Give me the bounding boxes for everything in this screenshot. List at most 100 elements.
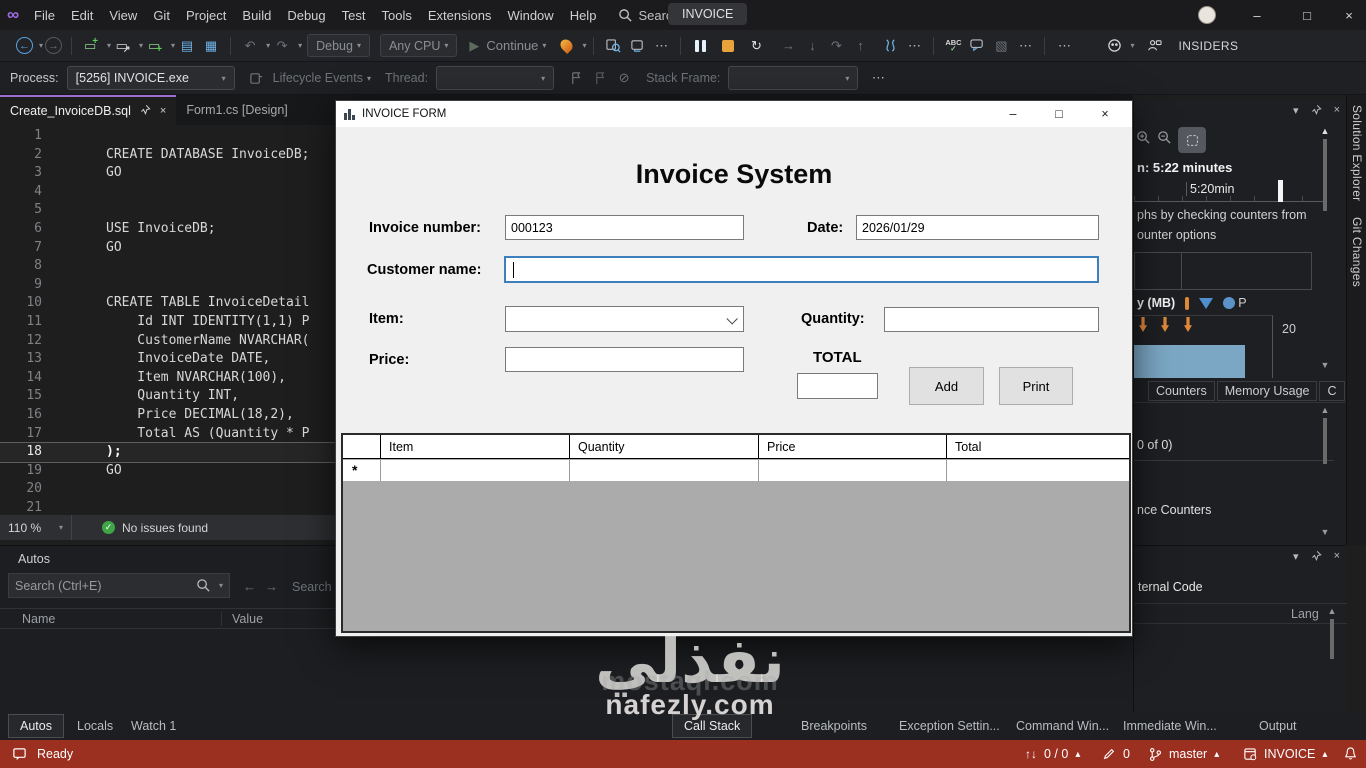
memory-usage-chart[interactable]: [1134, 315, 1273, 378]
debug-overflow-icon[interactable]: ⋯: [904, 35, 924, 57]
chevron-down-icon[interactable]: ▾: [139, 41, 143, 50]
search-input[interactable]: [9, 578, 196, 593]
form-title-bar[interactable]: INVOICE FORM – □ ×: [336, 101, 1132, 127]
show-next-statement-icon[interactable]: →: [778, 35, 798, 57]
restart-debug-icon[interactable]: ↻: [746, 35, 766, 57]
tab-locals[interactable]: Locals: [66, 714, 124, 738]
tab-memory-usage[interactable]: Memory Usage: [1216, 381, 1318, 401]
events-scrollbar[interactable]: ▲ ▼: [1320, 405, 1330, 541]
chevron-down-icon[interactable]: ▾: [542, 41, 546, 50]
tab-cpu[interactable]: C: [1319, 381, 1345, 401]
platform-dropdown[interactable]: Any CPU ▾: [379, 34, 458, 57]
close-button[interactable]: ×: [1330, 0, 1366, 30]
maximize-button[interactable]: □: [1288, 0, 1326, 30]
grid-new-row[interactable]: *: [343, 460, 1129, 481]
tab-call-stack[interactable]: Call Stack: [672, 714, 753, 738]
menu-project[interactable]: Project: [178, 5, 234, 26]
form-maximize-button[interactable]: □: [1038, 101, 1080, 127]
menu-help[interactable]: Help: [562, 5, 605, 26]
window-layout-icon[interactable]: [627, 35, 647, 57]
scrollbar-thumb[interactable]: [1323, 139, 1327, 211]
toolbar-overflow-icon[interactable]: ⋯: [651, 35, 671, 57]
avatar[interactable]: [1198, 6, 1216, 24]
close-tab-icon[interactable]: ×: [160, 105, 166, 117]
total-input[interactable]: [797, 373, 878, 399]
thread-dropdown[interactable]: ▾: [436, 66, 555, 90]
grid-column-quantity[interactable]: Quantity: [570, 435, 759, 458]
invoice-items-grid[interactable]: Item Quantity Price Total *: [341, 433, 1131, 633]
menu-view[interactable]: View: [101, 5, 145, 26]
menu-test[interactable]: Test: [334, 5, 374, 26]
callstack-scrollbar[interactable]: ▲: [1327, 606, 1337, 706]
quantity-input[interactable]: [884, 307, 1099, 332]
error-list-summary[interactable]: ↑↓ 0 / 0 ▴: [1025, 740, 1080, 768]
pin-icon[interactable]: [140, 104, 151, 118]
tab-create-invoicedb-sql[interactable]: Create_InvoiceDB.sql ×: [0, 95, 177, 125]
git-branch-indicator[interactable]: master ▴: [1148, 740, 1219, 768]
chevron-down-icon[interactable]: ▾: [171, 41, 175, 50]
scrollbar-thumb[interactable]: [1330, 619, 1334, 659]
menu-tools[interactable]: Tools: [373, 5, 419, 26]
scroll-down-icon[interactable]: ▼: [1320, 527, 1330, 537]
step-over-icon[interactable]: ↷: [826, 35, 846, 57]
form-close-button[interactable]: ×: [1084, 101, 1126, 127]
close-panel-icon[interactable]: ×: [1334, 104, 1340, 118]
grid-cell[interactable]: [759, 460, 947, 481]
configuration-dropdown[interactable]: Debug ▾: [307, 34, 370, 57]
hot-reload-icon[interactable]: [556, 35, 576, 57]
continue-label[interactable]: Continue: [486, 38, 538, 53]
tab-command-window[interactable]: Command Win...: [1005, 714, 1120, 738]
grid-column-item[interactable]: Item: [381, 435, 570, 458]
repository-indicator[interactable]: INVOICE ▴: [1243, 740, 1327, 768]
chevron-down-icon[interactable]: ▾: [1130, 41, 1134, 50]
autos-search-box[interactable]: ▾: [8, 573, 230, 598]
tab-watch1[interactable]: Watch 1: [120, 714, 187, 738]
close-panel-icon[interactable]: ×: [1334, 550, 1340, 564]
open-file-icon[interactable]: ▭ ↗: [113, 35, 133, 57]
diagnostics-scrollbar[interactable]: ▲ ▼: [1320, 126, 1330, 376]
scroll-up-icon[interactable]: ▲: [1320, 405, 1330, 415]
browser-profile-icon[interactable]: [1104, 35, 1124, 57]
grid-column-total[interactable]: Total: [947, 435, 1129, 458]
minimize-button[interactable]: –: [1238, 0, 1276, 30]
name-column-header[interactable]: Name: [0, 611, 222, 626]
flag-outline-icon[interactable]: [590, 67, 610, 89]
pin-icon[interactable]: [1311, 104, 1322, 118]
chevron-down-icon[interactable]: ▾: [298, 41, 302, 50]
notifications-bell-icon[interactable]: [1343, 746, 1358, 764]
reset-view-button[interactable]: [1178, 127, 1206, 153]
tab-breakpoints[interactable]: Breakpoints: [790, 714, 878, 738]
zoom-level-dropdown[interactable]: 110 % ▾: [0, 515, 72, 540]
menu-file[interactable]: File: [26, 5, 63, 26]
chevron-down-icon[interactable]: ▾: [39, 41, 43, 50]
grid-corner-cell[interactable]: [343, 435, 381, 458]
edit-overflow-icon[interactable]: ⋯: [1015, 35, 1035, 57]
customer-name-input[interactable]: [504, 256, 1099, 283]
diagnostics-timeline[interactable]: 5:20min: [1134, 180, 1324, 202]
price-input[interactable]: [505, 347, 744, 372]
comment-icon[interactable]: [967, 35, 987, 57]
save-all-icon[interactable]: ▦: [201, 35, 221, 57]
feedback-person-icon[interactable]: [1144, 35, 1164, 57]
item-combobox[interactable]: [505, 306, 744, 332]
tab-solution-explorer[interactable]: Solution Explorer: [1350, 105, 1364, 201]
chevron-down-icon[interactable]: ▾: [107, 41, 111, 50]
redo-icon[interactable]: ↷: [272, 35, 292, 57]
feedback-icon[interactable]: [12, 747, 27, 762]
search-back-icon[interactable]: ←: [243, 579, 256, 594]
tab-immediate-window[interactable]: Immediate Win...: [1112, 714, 1228, 738]
chevron-down-icon[interactable]: ▾: [219, 581, 223, 590]
undo-icon[interactable]: ↶: [240, 35, 260, 57]
date-input[interactable]: 2026/01/29: [856, 215, 1099, 240]
chevron-down-icon[interactable]: ▾: [367, 74, 371, 83]
grid-cell[interactable]: [381, 460, 570, 481]
process-dropdown[interactable]: [5256] INVOICE.exe ▾: [66, 66, 235, 90]
grid-column-price[interactable]: Price: [759, 435, 947, 458]
save-icon[interactable]: ▤: [177, 35, 197, 57]
navigate-forward-icon[interactable]: →: [45, 37, 63, 54]
grid-cell[interactable]: [947, 460, 1129, 481]
scroll-up-icon[interactable]: ▲: [1327, 606, 1337, 616]
language-column-header[interactable]: Lang: [1291, 607, 1319, 621]
tab-autos[interactable]: Autos: [8, 714, 64, 738]
pin-icon[interactable]: [1311, 550, 1322, 564]
